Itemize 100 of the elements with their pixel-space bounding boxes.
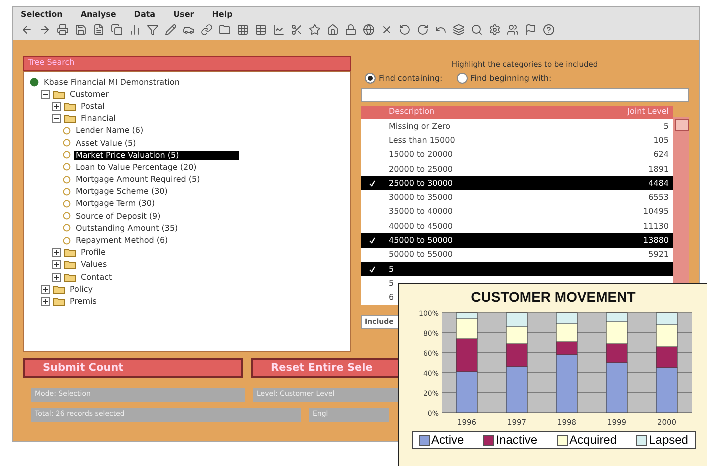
- tree-item[interactable]: Policy: [68, 284, 94, 294]
- folder-icon: [64, 114, 76, 124]
- users-icon[interactable]: [505, 22, 520, 37]
- search-field[interactable]: [361, 88, 689, 102]
- expand-icon[interactable]: [52, 272, 61, 282]
- table-cell: Less than 15000: [389, 136, 456, 145]
- table-cell: 6553: [648, 193, 669, 202]
- globe-icon[interactable]: [361, 22, 376, 37]
- tree-item[interactable]: Lender Name (6): [74, 126, 144, 136]
- circle-icon: [63, 212, 71, 220]
- check-icon: [369, 237, 376, 244]
- table-cell: 4484: [648, 178, 669, 188]
- bar-segment: [506, 312, 528, 328]
- legend-label: Acquired: [570, 433, 618, 447]
- table-icon[interactable]: [253, 22, 268, 37]
- table-cell: 105: [654, 136, 669, 145]
- settings-icon[interactable]: [487, 22, 502, 37]
- home-icon[interactable]: [325, 22, 340, 37]
- tree-item[interactable]: Repayment Method (6): [74, 236, 168, 246]
- help-icon[interactable]: [541, 22, 556, 37]
- tree-item[interactable]: Kbase Financial MI Demonstration: [42, 78, 180, 87]
- table-cell: 5: [389, 278, 394, 288]
- globe-icon: [30, 78, 39, 87]
- tree-item[interactable]: Premis: [68, 296, 97, 306]
- tree-item[interactable]: Postal: [79, 102, 105, 111]
- lock-icon[interactable]: [343, 22, 358, 37]
- search-icon[interactable]: [469, 22, 484, 37]
- tree-item[interactable]: Source of Deposit (9): [74, 212, 161, 221]
- bar-segment: [456, 372, 478, 414]
- legend-label: Inactive: [496, 433, 538, 447]
- radio-button[interactable]: [365, 73, 376, 84]
- expand-icon[interactable]: [41, 296, 50, 306]
- table-cell: 5: [389, 264, 394, 274]
- menu-item[interactable]: User: [174, 10, 194, 19]
- folder-icon: [64, 260, 76, 270]
- copy-icon[interactable]: [109, 22, 124, 37]
- scissors-icon[interactable]: [289, 22, 304, 37]
- expand-icon[interactable]: [52, 102, 61, 111]
- circle-icon: [63, 151, 71, 160]
- radio-label[interactable]: Find beginning with:: [470, 74, 552, 83]
- table-cell: 25000 to 30000: [389, 178, 454, 188]
- table-row[interactable]: 45000 to 50000 13880: [361, 233, 673, 248]
- table-cell: 5921: [648, 250, 669, 260]
- save-icon[interactable]: [73, 22, 88, 37]
- tree-item[interactable]: Customer: [68, 90, 109, 99]
- layers-icon[interactable]: [451, 22, 466, 37]
- folder-icon[interactable]: [217, 22, 232, 37]
- table-cell: 35000 to 40000: [389, 207, 454, 216]
- collapse-icon[interactable]: [52, 114, 61, 124]
- tree-item[interactable]: Market Price Valuation (5): [74, 150, 240, 160]
- tree-item[interactable]: Contact: [79, 272, 112, 282]
- radio-button[interactable]: [456, 73, 468, 84]
- folder-icon: [53, 284, 65, 294]
- expand-icon[interactable]: [52, 260, 61, 270]
- tree-item[interactable]: Outstanding Amount (35): [74, 224, 178, 233]
- expand-icon[interactable]: [41, 284, 50, 294]
- circle-icon: [63, 126, 71, 135]
- printer-icon[interactable]: [55, 22, 70, 37]
- rotate-right-icon[interactable]: [415, 22, 430, 37]
- chart-title: CUSTOMER MOVEMENT: [471, 289, 636, 305]
- tree-item[interactable]: Mortgage Term (30): [74, 199, 156, 208]
- link-icon[interactable]: [199, 22, 214, 37]
- menu-item[interactable]: Selection: [21, 10, 63, 19]
- rotate-left-icon[interactable]: [397, 22, 412, 37]
- tree-item[interactable]: Mortgage Amount Required (5): [74, 175, 200, 184]
- menu-item[interactable]: Analyse: [80, 10, 116, 19]
- tree-item[interactable]: Values: [79, 260, 108, 270]
- radio-label[interactable]: Find containing:: [379, 74, 443, 83]
- collapse-icon[interactable]: [41, 90, 50, 99]
- table-cell: 30000 to 35000: [389, 193, 454, 202]
- panel-title: Tree Search: [23, 56, 351, 71]
- tree-item[interactable]: Financial: [79, 114, 116, 124]
- folder-icon: [64, 272, 76, 282]
- tree-item[interactable]: Asset Value (5): [74, 138, 136, 148]
- folder-icon: [64, 102, 76, 111]
- table-cell: 1891: [648, 164, 669, 174]
- table-cell: 45000 to 50000: [389, 236, 454, 246]
- table-cell: 40000 to 45000: [389, 222, 454, 231]
- folder-icon: [53, 296, 65, 306]
- star-icon[interactable]: [307, 22, 322, 37]
- bar-segment: [506, 326, 528, 344]
- pencil-icon[interactable]: [163, 22, 178, 37]
- table-cell: 11130: [644, 222, 669, 231]
- table-row[interactable]: 25000 to 30000 4484: [361, 176, 673, 190]
- filter-icon[interactable]: [145, 22, 160, 37]
- table-cell: 10495: [644, 207, 669, 216]
- grid-icon[interactable]: [235, 22, 250, 37]
- check-icon: [369, 180, 376, 187]
- table-cell: 5: [664, 122, 669, 131]
- circle-icon: [63, 224, 71, 232]
- menu-item[interactable]: Help: [212, 10, 233, 19]
- tree-item[interactable]: Loan to Value Percentage (20): [74, 162, 197, 172]
- tree-item[interactable]: Mortgage Scheme (30): [74, 187, 168, 196]
- menu-item[interactable]: Data: [134, 10, 156, 19]
- legend-label: Active: [432, 433, 464, 447]
- expand-icon[interactable]: [52, 248, 61, 258]
- table-row[interactable]: 5: [361, 262, 673, 276]
- tree-item[interactable]: Profile: [79, 248, 106, 258]
- line-chart-icon[interactable]: [271, 22, 286, 37]
- circle-icon: [63, 188, 71, 196]
